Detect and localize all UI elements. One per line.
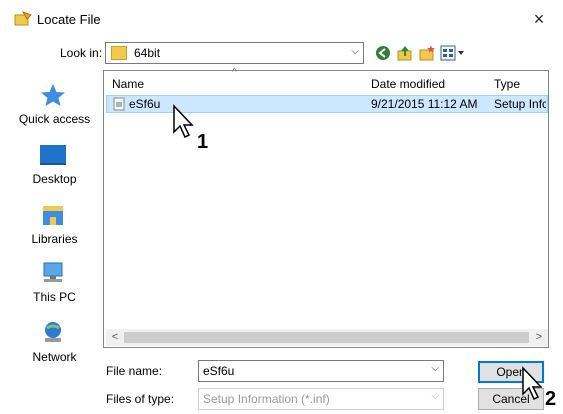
place-label: Libraries	[31, 232, 78, 246]
place-network[interactable]: Network	[11, 316, 98, 374]
file-name-value: eSf6u	[203, 364, 235, 378]
look-in-value: 64bit	[134, 46, 161, 60]
file-name-cell: eSf6u	[129, 97, 161, 111]
look-in-label: Look in:	[60, 46, 103, 60]
horizontal-scrollbar[interactable]: < >	[106, 329, 548, 346]
file-list: Name ^ Date modified Type eSf6u 9/21/201…	[103, 67, 549, 348]
place-label: This PC	[33, 290, 76, 304]
up-folder-icon[interactable]	[396, 44, 414, 62]
new-folder-icon[interactable]	[418, 44, 436, 62]
place-label: Quick access	[18, 112, 91, 126]
close-button[interactable]: ×	[528, 8, 550, 30]
mouse-pointer-icon	[173, 104, 194, 139]
file-name-field[interactable]: eSf6u ⌵	[198, 360, 444, 382]
place-quick-access[interactable]: Quick access	[11, 78, 98, 136]
libraries-icon	[43, 206, 63, 225]
chevron-down-icon[interactable]: ⌵	[431, 363, 439, 374]
file-name-label: File name:	[106, 364, 163, 378]
place-this-pc[interactable]: This PC	[11, 256, 98, 314]
window-title: Locate File	[37, 12, 101, 27]
setup-file-icon	[113, 97, 125, 111]
look-in-dropdown[interactable]: 64bit ⌵	[105, 42, 364, 64]
date-modified-cell: 9/21/2015 11:12 AM	[371, 97, 478, 111]
column-header-date-modified[interactable]: Date modified	[371, 77, 445, 91]
desktop-icon	[40, 145, 66, 165]
place-label: Network	[32, 350, 77, 364]
scrollbar-thumb[interactable]	[124, 332, 529, 343]
place-label: Desktop	[32, 172, 77, 186]
computer-icon	[43, 262, 63, 282]
mouse-pointer-icon	[522, 366, 543, 401]
chevron-down-icon: ⌵	[351, 46, 359, 57]
files-of-type-dropdown[interactable]: Setup Information (*.inf) ⌵	[198, 388, 444, 410]
back-icon[interactable]	[374, 44, 392, 62]
chevron-down-icon: ⌵	[431, 391, 439, 402]
quick-access-star-icon	[41, 84, 65, 106]
place-desktop[interactable]: Desktop	[11, 138, 98, 196]
places-bar: Quick access Desktop Libraries This PC N…	[11, 70, 98, 368]
view-menu-icon[interactable]	[440, 44, 466, 62]
files-of-type-value: Setup Information (*.inf)	[203, 392, 330, 406]
locate-file-dialog: Locate File × Look in: 64bit ⌵ Quick acc…	[0, 0, 563, 414]
locate-file-icon	[14, 11, 32, 26]
scroll-left-icon[interactable]: <	[108, 330, 122, 345]
type-cell: Setup Infc	[494, 97, 546, 111]
column-header-name[interactable]: Name	[112, 77, 144, 91]
title-bar: Locate File ×	[0, 0, 563, 38]
files-of-type-label: Files of type:	[106, 392, 175, 406]
column-header-type[interactable]: Type	[494, 77, 520, 91]
scroll-right-icon[interactable]: >	[532, 330, 546, 345]
place-libraries[interactable]: Libraries	[11, 198, 98, 256]
folder-icon	[111, 46, 127, 60]
callout-number-2: 2	[545, 388, 557, 410]
callout-number-1: 1	[197, 131, 209, 153]
sort-ascending-icon: ^	[232, 67, 237, 78]
network-icon	[45, 322, 61, 342]
